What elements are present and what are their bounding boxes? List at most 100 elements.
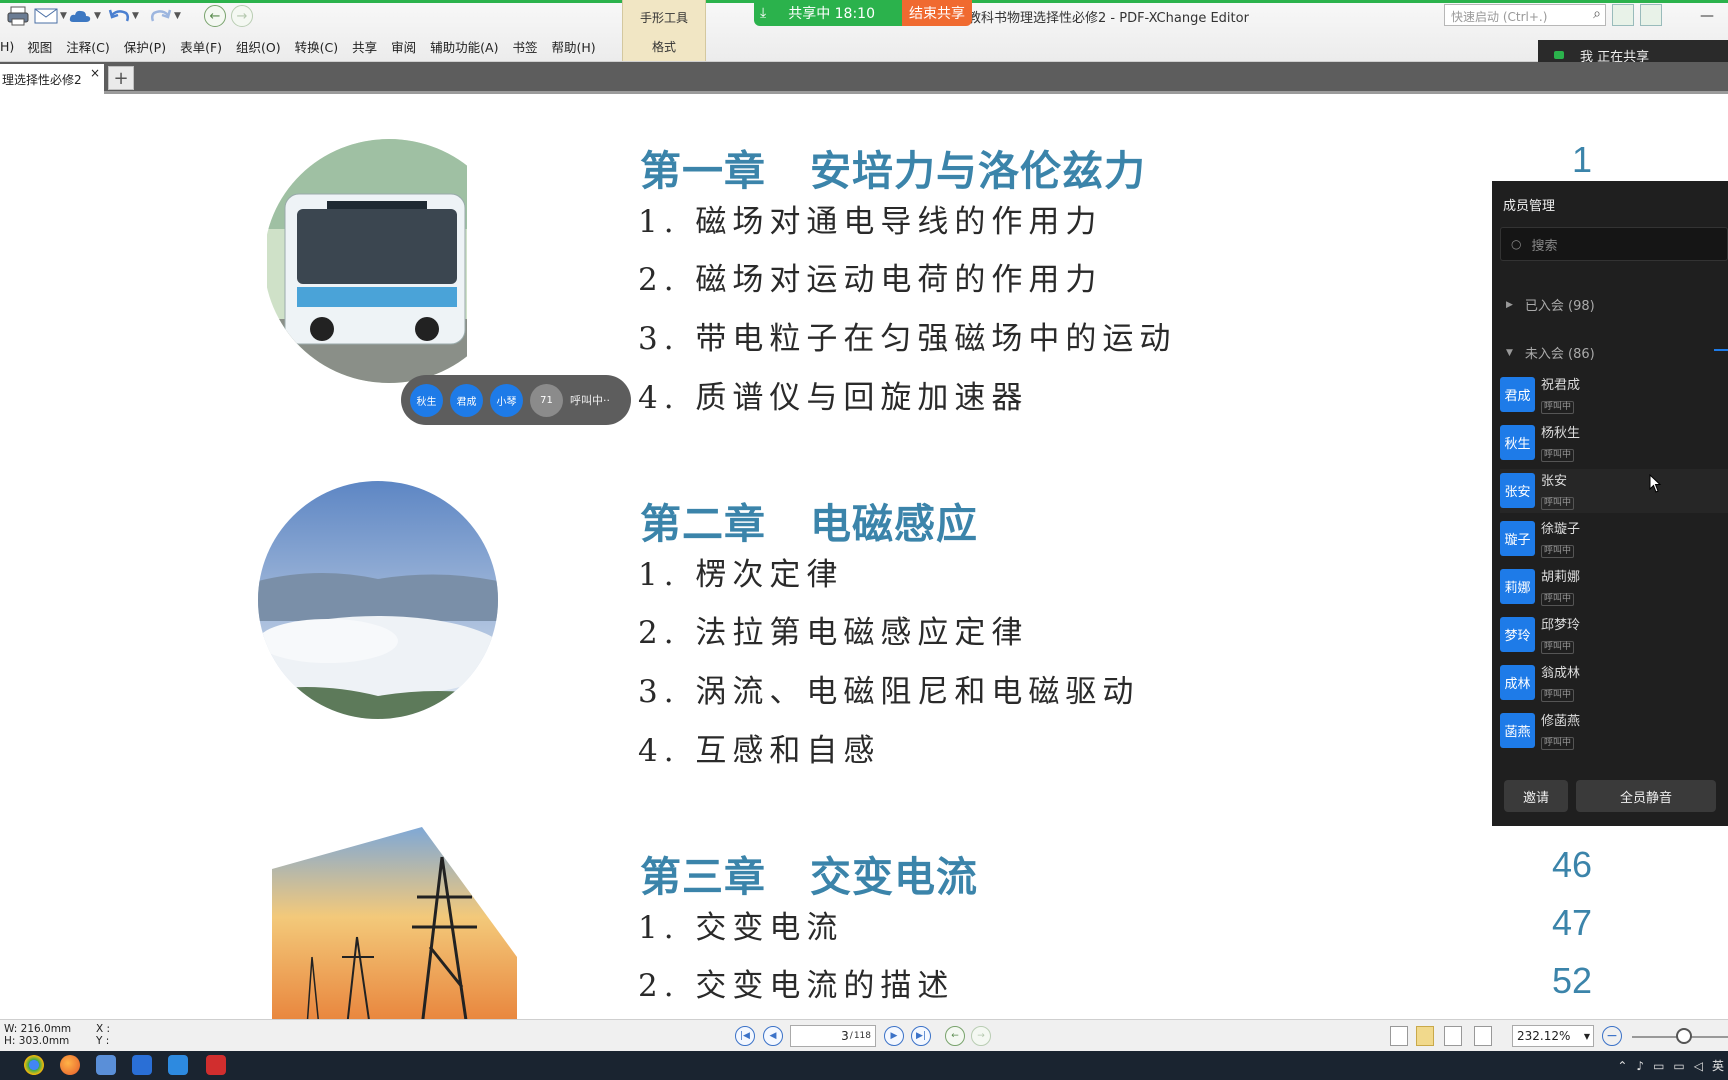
group-not-joined[interactable]: ▼ 未入会 (86) [1506, 343, 1595, 362]
continuous-facing-view-icon[interactable] [1474, 1026, 1492, 1046]
panel-title: 成员管理 [1503, 199, 1556, 214]
member-name: 邱梦玲 [1541, 618, 1581, 633]
zoom-slider-thumb[interactable] [1676, 1028, 1692, 1044]
call-avatar: 小琴 [490, 383, 523, 417]
firefox-icon[interactable] [60, 1055, 80, 1075]
member-row[interactable]: 张安 张安 呼叫中 [1500, 469, 1728, 513]
menu-item-view[interactable]: 视图 [27, 37, 52, 56]
format-tab[interactable]: 格式 [623, 38, 705, 55]
page-width: W: 216.0mm [4, 1023, 72, 1035]
page-height: H: 303.0mm [4, 1035, 70, 1047]
quick-launch-input[interactable]: 快速启动 (Ctrl+.) ⌕ [1444, 4, 1606, 26]
group-indicator-line [1714, 349, 1728, 351]
end-share-button[interactable]: 结束共享 [902, 0, 972, 26]
y-coordinate-label: Y : [96, 1035, 110, 1047]
menu-item-help[interactable]: 帮助(H) [551, 37, 595, 56]
previous-page-icon[interactable]: ◀ [763, 1026, 783, 1046]
menu-item-organize[interactable]: 组织(O) [236, 37, 281, 56]
volume-icon[interactable]: ◁ [1694, 1059, 1703, 1073]
member-status: 呼叫中 [1541, 641, 1575, 654]
chapter-2-name: 电磁感应 [810, 500, 978, 548]
menu-item-accessibility[interactable]: 辅助功能(A) [430, 37, 498, 56]
member-row[interactable]: 梦玲 邱梦玲 呼叫中 [1500, 613, 1728, 657]
next-page-icon[interactable]: ▶ [884, 1026, 904, 1046]
member-row[interactable]: 君成 祝君成 呼叫中 [1500, 373, 1728, 417]
last-page-icon[interactable]: ▶| [911, 1026, 931, 1046]
document-tab[interactable]: 理选择性必修2 × [0, 64, 104, 94]
chrome-icon[interactable] [24, 1055, 44, 1075]
chapter-1-page: 1 [1571, 139, 1592, 180]
search-icon[interactable]: ⌕ [1593, 6, 1601, 22]
chapter-1-number: 第一章 [640, 147, 766, 195]
chevron-up-icon[interactable]: ⌃ [1617, 1059, 1627, 1073]
print-icon[interactable] [6, 5, 30, 27]
meeting-app-icon[interactable] [168, 1055, 188, 1075]
microphone-icon[interactable]: ♪ [1636, 1059, 1644, 1073]
menu-item-review[interactable]: 审阅 [391, 37, 416, 56]
menu-item-convert[interactable]: 转换(C) [295, 37, 338, 56]
app-icon[interactable] [96, 1055, 116, 1075]
invite-button[interactable]: 邀请 [1504, 780, 1568, 812]
section-3-1: 1. 交变电流 [638, 910, 844, 946]
zoom-level-select[interactable]: 232.12% ▼ [1512, 1025, 1594, 1047]
menu-item-protect[interactable]: 保护(P) [124, 37, 166, 56]
zoom-out-icon[interactable]: − [1602, 1026, 1622, 1046]
forward-icon[interactable]: → [231, 5, 253, 27]
chevron-down-icon: ▼ [1583, 1031, 1590, 1041]
member-row[interactable]: 秋生 杨秋生呼叫中 [1500, 421, 1728, 465]
pdf-editor-icon[interactable] [206, 1055, 226, 1075]
mute-all-button[interactable]: 全员静音 [1576, 780, 1716, 812]
menu-item-bookmarks[interactable]: 书签 [512, 37, 537, 56]
window-title: 教科书物理选择性必修2 - PDF-XChange Editor [968, 11, 1249, 26]
share-status[interactable]: ⤓ 共享中 18:10 [754, 0, 902, 26]
next-view-icon[interactable]: → [971, 1026, 991, 1046]
zoom-value: 232.12% [1517, 1029, 1571, 1043]
page-dimensions: W: 216.0mm H: 303.0mm [4, 1023, 71, 1047]
member-row[interactable]: 璇子 徐璇子 呼叫中 [1500, 517, 1728, 561]
email-icon[interactable]: ▼ [34, 5, 67, 27]
network-icon[interactable]: ▭ [1673, 1059, 1684, 1073]
customize-icon[interactable] [1612, 4, 1634, 26]
document-tab-label: 理选择性必修2 [2, 72, 82, 87]
app-icon[interactable] [132, 1055, 152, 1075]
member-status: 呼叫中 [1541, 497, 1575, 510]
menu-item-share[interactable]: 共享 [352, 37, 377, 56]
fullscreen-icon[interactable] [1640, 4, 1662, 26]
cloud-mountain-photo [258, 481, 498, 719]
menu-item-file[interactable]: H) [0, 39, 14, 54]
previous-view-icon[interactable]: ← [945, 1026, 965, 1046]
single-page-view-icon[interactable] [1390, 1026, 1408, 1046]
member-avatar: 秋生 [1500, 425, 1535, 460]
member-search-input[interactable]: ○ 搜索 [1500, 227, 1728, 261]
redo-icon[interactable]: ▼ [150, 5, 181, 27]
back-icon[interactable]: ← [204, 5, 226, 27]
close-tab-icon[interactable]: × [90, 66, 100, 80]
member-row[interactable]: 成林 翁成林 呼叫中 [1500, 661, 1728, 705]
minimize-icon[interactable]: — [1700, 8, 1714, 24]
shape-tools-label: 手形工具 [639, 11, 688, 25]
member-row[interactable]: 莉娜 胡莉娜 呼叫中 [1500, 565, 1728, 609]
cloud-icon[interactable]: ▼ [68, 5, 101, 27]
undo-icon[interactable]: ▼ [108, 5, 139, 27]
new-tab-button[interactable]: + [108, 66, 134, 90]
calling-label: 呼叫中·· [570, 394, 610, 407]
shape-tools-contextual-tab[interactable]: 手形工具 格式 [622, 0, 706, 61]
facing-view-icon[interactable] [1444, 1026, 1462, 1046]
menu-item-form[interactable]: 表单(F) [180, 37, 222, 56]
page-number-input[interactable]: 3/118 [790, 1025, 876, 1047]
group-joined[interactable]: ▶ 已入会 (98) [1506, 295, 1595, 314]
first-page-icon[interactable]: |◀ [735, 1026, 755, 1046]
ime-indicator[interactable]: 英 [1712, 1057, 1724, 1074]
member-name: 杨秋生 [1541, 426, 1581, 441]
member-row[interactable]: 菡燕 修菡燕 呼叫中 [1500, 709, 1728, 753]
section-1-4: 4. 质谱仪与回旋加速器 [638, 380, 1029, 416]
battery-icon[interactable]: ▭ [1653, 1059, 1664, 1073]
member-name: 修菡燕 [1541, 714, 1581, 729]
call-avatar: 君成 [450, 383, 483, 417]
chapter-1-title: 第一章 安培力与洛伦兹力 [640, 137, 1146, 197]
menu-item-comment[interactable]: 注释(C) [66, 37, 109, 56]
continuous-view-icon[interactable] [1416, 1026, 1434, 1046]
caret-right-icon: ▶ [1506, 299, 1513, 310]
calling-indicator[interactable]: 秋生 君成 小琴 71 呼叫中·· [401, 375, 631, 425]
member-status: 呼叫中 [1541, 449, 1575, 462]
